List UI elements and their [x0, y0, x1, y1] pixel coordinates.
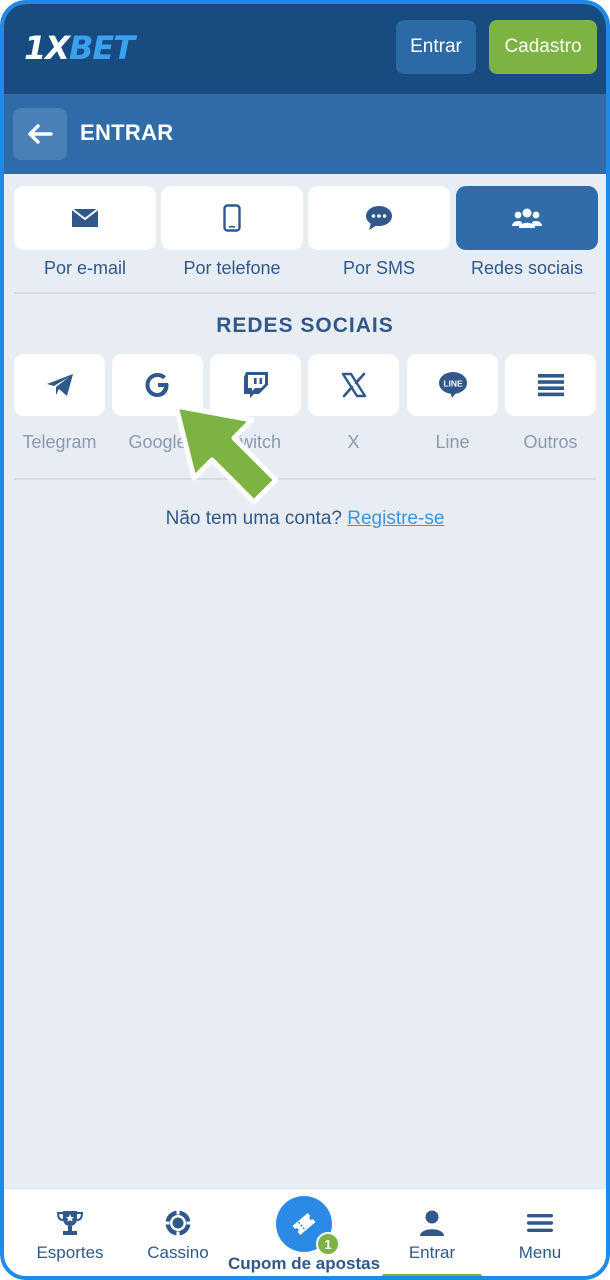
nav-menu-label: Menu: [518, 1243, 562, 1262]
envelope-icon: [71, 208, 99, 227]
telegram-icon: [46, 374, 73, 396]
social-x-button[interactable]: [308, 354, 399, 416]
top-header: 1X BET Entrar Cadastro: [4, 4, 606, 94]
nav-menu[interactable]: Menu: [485, 1189, 595, 1276]
nav-casino[interactable]: Cassino: [123, 1189, 233, 1276]
logo-suffix: BET: [68, 29, 135, 67]
x-icon: [341, 372, 366, 398]
arrow-left-icon: [28, 124, 53, 144]
method-sms-label: Por SMS: [342, 258, 416, 278]
divider: [14, 292, 596, 294]
users-icon: [512, 208, 542, 228]
method-phone-label: Por telefone: [183, 258, 281, 278]
brand-logo[interactable]: 1X BET: [24, 26, 135, 70]
method-social-label: Redes sociais: [470, 258, 584, 278]
method-sms-tab[interactable]: [308, 186, 450, 250]
social-line-label: Line: [435, 432, 470, 452]
active-tab-indicator: [382, 1274, 482, 1276]
page-header: ENTRAR: [4, 94, 606, 174]
section-title: REDES SOCIAIS: [216, 314, 394, 337]
logo-prefix: 1X: [24, 29, 70, 67]
menu-icon: [537, 374, 564, 397]
bet-slip-label: Cupom de apostas: [227, 1254, 381, 1273]
app-frame: 1X BET Entrar Cadastro ENTRAR Por e-mail …: [0, 0, 610, 1280]
nav-login[interactable]: Entrar: [377, 1189, 487, 1276]
login-button[interactable]: Entrar: [396, 20, 476, 74]
social-others-label: Outros: [523, 432, 578, 452]
method-social-tab[interactable]: [456, 186, 598, 250]
user-icon: [420, 1210, 444, 1236]
method-email-tab[interactable]: [14, 186, 156, 250]
hamburger-icon: [527, 1214, 553, 1232]
bet-slip-count-badge: 1: [316, 1232, 340, 1256]
register-button[interactable]: Cadastro: [489, 20, 597, 74]
social-telegram-button[interactable]: [14, 354, 105, 416]
casino-chip-icon: [165, 1210, 191, 1236]
nav-casino-label: Cassino: [147, 1243, 209, 1262]
google-icon: [145, 373, 168, 397]
method-phone-tab[interactable]: [161, 186, 303, 250]
ticket-icon: [292, 1212, 316, 1236]
phone-icon: [223, 204, 241, 232]
nav-login-label: Entrar: [408, 1243, 456, 1262]
nav-sports[interactable]: Esportes: [15, 1189, 125, 1276]
register-link[interactable]: Registre-se: [347, 508, 444, 529]
nav-sports-label: Esportes: [36, 1243, 104, 1262]
sms-icon: [366, 206, 392, 230]
svg-text:LINE: LINE: [443, 379, 463, 389]
back-button[interactable]: [13, 108, 67, 160]
page-title: ENTRAR: [80, 120, 174, 145]
trophy-icon: [56, 1211, 84, 1235]
social-line-button[interactable]: LINE: [407, 354, 498, 416]
method-email-label: Por e-mail: [43, 258, 127, 278]
pointer-arrow-icon: [173, 403, 279, 505]
social-x-label: X: [347, 432, 360, 452]
signup-prompt: Não tem uma conta? Registre-se: [4, 508, 606, 530]
line-icon: LINE: [438, 372, 467, 398]
divider: [14, 478, 596, 480]
twitch-icon: [243, 372, 268, 398]
social-others-button[interactable]: [505, 354, 596, 416]
social-telegram-label: Telegram: [22, 432, 97, 452]
